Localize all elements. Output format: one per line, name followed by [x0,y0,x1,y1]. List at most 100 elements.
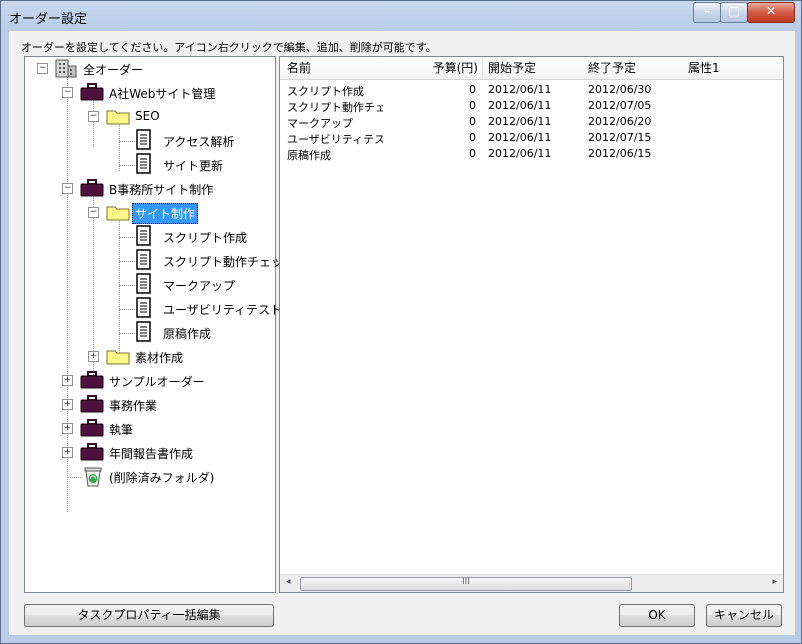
cancel-button[interactable]: キャンセル [706,604,782,627]
cell-budget: 0 [469,147,476,160]
instruction-text: オーダーを設定してください。アイコン右クリックで編集、追加、削除が可能です。 [21,41,437,54]
collapse-icon[interactable]: − [88,111,99,122]
briefcase-icon [80,419,104,437]
column-header-end[interactable]: 終了予定 [583,57,685,79]
folder-icon [106,350,130,365]
tree-label: 全オーダー [83,63,144,77]
horizontal-scrollbar[interactable]: ◂ III ▸ [280,574,783,592]
bulk-edit-button[interactable]: タスクプロパティ一括編集 [24,604,274,627]
tree-node-a-company[interactable]: − A社Webサイト管理 [25,81,275,103]
tree-label: 原稿作成 [163,327,212,341]
column-header-attr[interactable]: 属性1 [683,57,783,79]
tree-node-seo[interactable]: − SEO [25,105,275,127]
expand-icon[interactable]: + [88,351,99,362]
tree-label: スクリプト動作チェック [163,255,296,269]
expand-icon[interactable]: + [62,447,73,458]
document-icon [136,225,151,246]
tree-node-site-update[interactable]: サイト更新 [25,153,275,175]
expand-icon[interactable]: + [62,375,73,386]
tree-label: アクセス解析 [163,135,235,149]
dialog-client: オーダーを設定してください。アイコン右クリックで編集、追加、削除が可能です。 − [9,31,795,635]
tree-label: ユーザビリティテスト [163,303,283,317]
document-icon [136,153,151,174]
document-icon [136,129,151,150]
cell-end: 2012/06/30 [588,83,652,96]
tree-node-sample[interactable]: + サンプルオーダー [25,369,275,391]
tree-node-usability[interactable]: ユーザビリティテスト [25,297,282,319]
cell-name: スクリプト作成 [287,85,364,98]
tree-node-access[interactable]: アクセス解析 [25,129,275,151]
cell-name: ユーザビリティテスト [287,133,383,146]
tree-label: (削除済みフォルダ) [109,471,215,485]
window-title: オーダー設定 [9,12,88,27]
collapse-icon[interactable]: − [62,87,73,98]
cell-budget: 0 [469,83,476,96]
maximize-icon: □ [728,4,740,18]
tree-node-writing[interactable]: + 執筆 [25,417,275,439]
cell-start: 2012/06/11 [488,83,552,96]
grip-icon: III [462,577,470,587]
title-bar[interactable]: オーダー設定 – □ ✕ [1,1,801,31]
scroll-thumb[interactable]: III [300,577,632,591]
cell-budget: 0 [469,99,476,112]
cell-start: 2012/06/11 [488,147,552,160]
tree-node-b-office[interactable]: − B事務所サイト制作 [25,177,275,199]
recycle-bin-icon [84,467,102,487]
scroll-left-icon[interactable]: ◂ [286,577,291,587]
tree-node-material[interactable]: + 素材作成 [25,345,275,367]
tree-label-selected: サイト制作 [132,203,199,224]
tree-label: B事務所サイト制作 [109,183,214,197]
briefcase-icon [80,371,104,389]
tree-label: マークアップ [163,279,236,293]
tree-node-draft[interactable]: 原稿作成 [25,321,275,343]
cell-name: マークアップ [287,117,353,130]
briefcase-icon [80,395,104,413]
ok-button[interactable]: OK [619,604,695,627]
folder-icon [106,206,130,221]
collapse-icon[interactable]: − [62,183,73,194]
document-icon [136,321,151,342]
document-icon [136,273,151,294]
tree-node-annual[interactable]: + 年間報告書作成 [25,441,275,463]
tree-node-site-make[interactable]: − サイト制作 [25,201,275,224]
order-list[interactable]: 名前 予算(円) 開始予定 終了予定 属性1 スクリプト作成 0 2012/06… [279,56,784,593]
tree-node-script-make[interactable]: スクリプト作成 [25,225,275,247]
tree-node-root[interactable]: − 全オーダー [25,57,275,79]
folder-icon [106,110,130,125]
tree-node-script-check[interactable]: スクリプト動作チェック [25,249,295,271]
collapse-icon[interactable]: − [88,207,99,218]
tree-node-office-work[interactable]: + 事務作業 [25,393,275,415]
cell-start: 2012/06/11 [488,131,552,144]
briefcase-icon [80,83,104,101]
column-header-start[interactable]: 開始予定 [483,57,585,79]
tree-label: SEO [135,109,160,123]
tree-label: 事務作業 [109,399,158,413]
expand-icon[interactable]: + [62,399,73,410]
order-tree[interactable]: − 全オーダー − A社Webサイト管理 − SEO アクセス解析 サイト更新 … [24,56,295,593]
column-header-budget[interactable]: 予算(円) [383,57,483,79]
minimize-icon: – [704,4,710,18]
minimize-button[interactable]: – [693,2,721,23]
building-icon [55,59,77,78]
tree-label: スクリプト作成 [163,231,248,245]
tree-label: 素材作成 [135,351,184,365]
cell-budget: 0 [469,115,476,128]
maximize-button[interactable]: □ [720,2,748,23]
tree-label: 年間報告書作成 [109,447,194,461]
cell-start: 2012/06/11 [488,99,552,112]
tree-label: A社Webサイト管理 [109,87,216,101]
tree-node-deleted[interactable]: (削除済みフォルダ) [25,465,275,487]
collapse-icon[interactable]: − [37,63,48,74]
column-header-name[interactable]: 名前 [280,57,390,79]
tree-node-markup[interactable]: マークアップ [25,273,275,295]
expand-icon[interactable]: + [62,423,73,434]
scroll-right-icon[interactable]: ▸ [772,577,777,587]
tree-label: サンプルオーダー [109,375,205,389]
cell-end: 2012/06/20 [588,115,652,128]
briefcase-icon [80,443,104,461]
cell-end: 2012/07/15 [588,131,652,144]
cell-end: 2012/07/05 [588,99,652,112]
close-button[interactable]: ✕ [747,2,795,23]
cell-budget: 0 [469,131,476,144]
document-icon [136,249,151,270]
